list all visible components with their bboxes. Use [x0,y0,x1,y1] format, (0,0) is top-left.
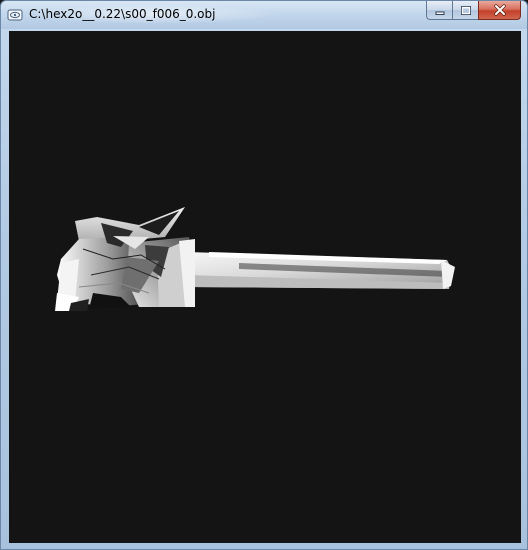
maximize-icon [460,1,472,20]
close-button[interactable] [478,1,521,20]
window-title: C:\hex2o__0.22\s00_f006_0.obj [29,7,216,21]
mesh-rod [187,252,455,289]
minimize-button[interactable] [426,1,452,20]
caption-buttons [426,1,521,21]
title-bar[interactable]: C:\hex2o__0.22\s00_f006_0.obj [1,1,527,29]
app-window-icon[interactable] [7,7,23,21]
close-icon [493,1,507,20]
minimize-icon [434,1,446,20]
mesh-head [55,207,195,311]
app-window: C:\hex2o__0.22\s00_f006_0.obj [0,0,528,550]
mesh-render [55,207,455,311]
render-viewport[interactable] [9,31,521,543]
maximize-button[interactable] [452,1,478,20]
